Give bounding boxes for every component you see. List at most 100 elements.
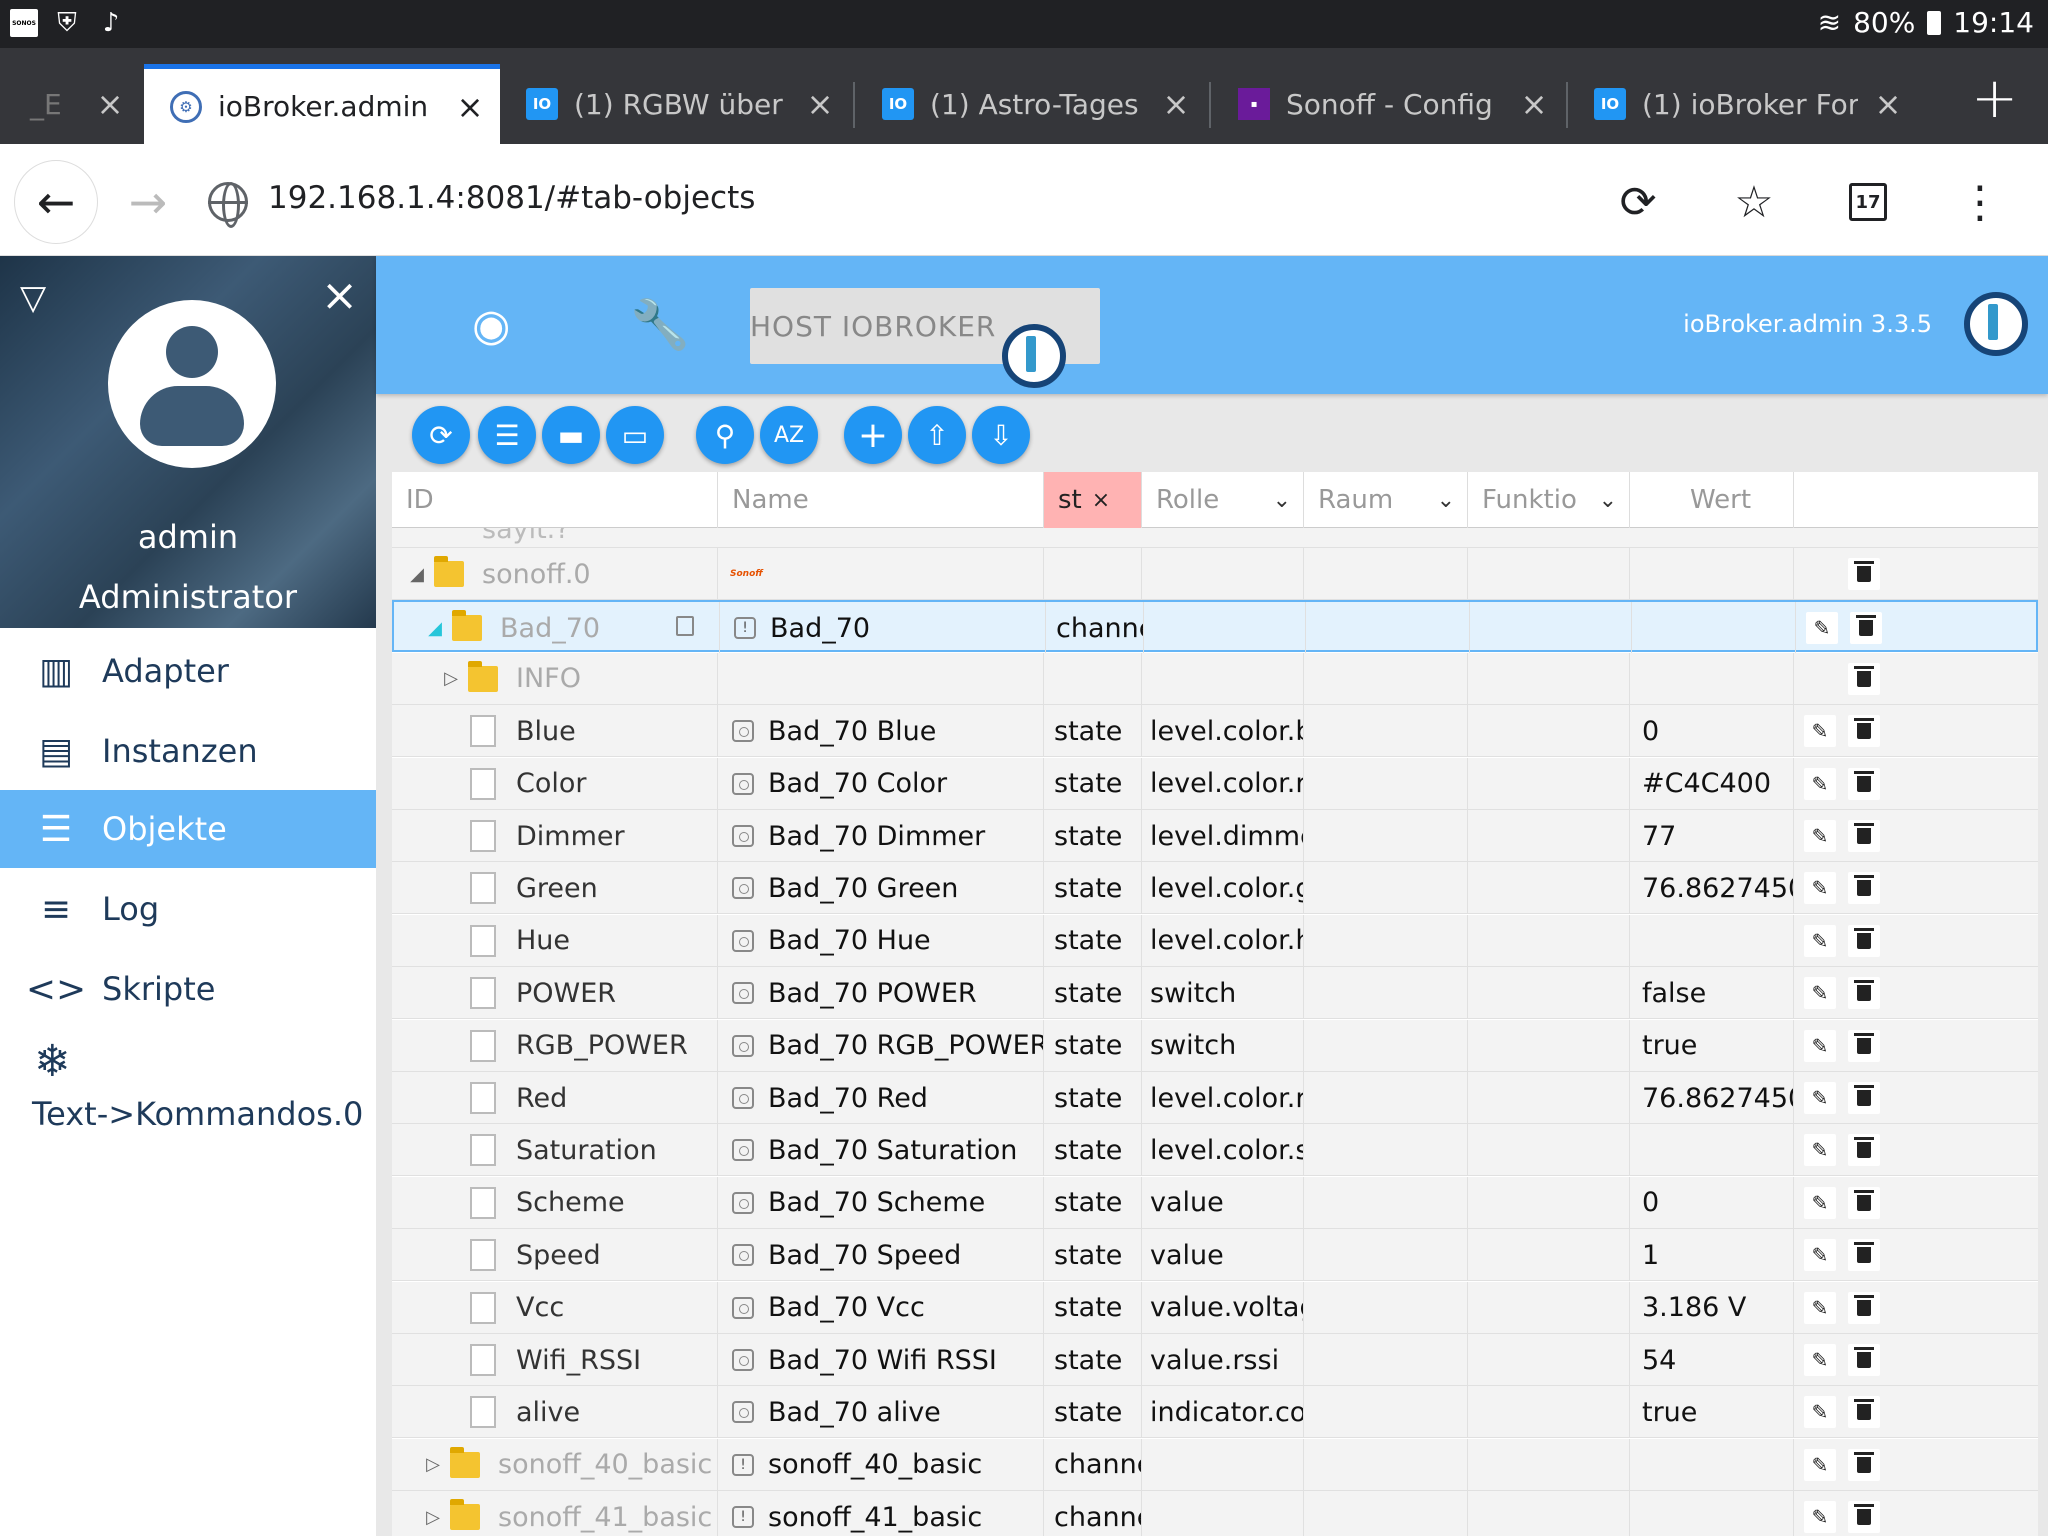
expand-folders-button[interactable]: ▬ <box>542 406 600 464</box>
row-room[interactable] <box>1304 914 1468 967</box>
upload-button[interactable]: ⇧ <box>908 406 966 464</box>
url-field[interactable]: 192.168.1.4:8081/#tab-objects <box>268 180 755 216</box>
header-role[interactable]: Rolle ⌄ <box>1142 472 1304 528</box>
delete-icon[interactable] <box>1848 1082 1880 1114</box>
row-room[interactable] <box>1304 862 1468 915</box>
row-room[interactable] <box>1304 1491 1468 1536</box>
delete-icon[interactable] <box>1848 924 1880 957</box>
delete-icon[interactable] <box>1848 1396 1880 1429</box>
expand-icon[interactable]: ▷ <box>422 1454 444 1475</box>
header-value[interactable]: Wert <box>1630 472 1794 528</box>
list-view-button[interactable]: ☰ <box>478 406 536 464</box>
row-value[interactable]: #C4C400 <box>1630 757 1794 810</box>
table-row[interactable]: RGB_POWER Bad_70 RGB_POWER state switch true… <box>392 1019 2038 1072</box>
row-room[interactable] <box>1304 705 1468 758</box>
row-function[interactable] <box>1468 914 1630 967</box>
collapse-icon[interactable]: ◢ <box>406 564 428 585</box>
tab-switcher-button[interactable]: 17 <box>1840 174 1896 230</box>
edit-icon[interactable]: ✎ <box>1804 767 1836 800</box>
edit-icon[interactable]: ✎ <box>1804 715 1836 748</box>
table-row[interactable]: Red Bad_70 Red statelevel.color.re 76.86274… <box>392 1072 2038 1124</box>
collapse-icon[interactable]: ◢ <box>424 618 446 639</box>
edit-icon[interactable]: ✎ <box>1804 1134 1836 1167</box>
sidebar-item-text-commands[interactable]: ❄ Text->Kommandos.0 <box>0 1036 376 1133</box>
table-row[interactable]: Saturation Bad_70 Saturation state level.co… <box>392 1124 2038 1177</box>
table-row[interactable]: Vcc Bad_70 Vcc statevalue.voltage 3.186 V ✎ <box>392 1281 2038 1334</box>
row-value[interactable]: true <box>1630 1019 1794 1072</box>
header-function[interactable]: Funktio ⌄ <box>1468 472 1630 528</box>
edit-icon[interactable]: ✎ <box>1804 1396 1836 1429</box>
row-function[interactable] <box>1468 967 1630 1020</box>
row-value[interactable] <box>1630 914 1794 967</box>
table-row[interactable]: alive Bad_70 alive stateindicator.con true ✎ <box>392 1386 2038 1439</box>
edit-icon[interactable]: ✎ <box>1804 1029 1836 1062</box>
row-room[interactable] <box>1304 1334 1468 1386</box>
delete-icon[interactable] <box>1848 558 1880 590</box>
table-row[interactable]: Green Bad_70 Green statelevel.color.gr 76.8… <box>392 862 2038 915</box>
row-room[interactable] <box>1306 602 1470 655</box>
row-function[interactable] <box>1468 1124 1630 1177</box>
delete-icon[interactable] <box>1848 1134 1880 1167</box>
row-room[interactable] <box>1304 1072 1468 1124</box>
close-tab-icon[interactable]: × <box>1504 85 1564 123</box>
table-row[interactable]: ▷ sonoff_41_basic! sonoff_41_basic channe ✎ <box>392 1491 2038 1536</box>
row-room[interactable] <box>1304 1176 1468 1229</box>
delete-icon[interactable] <box>1848 1501 1880 1534</box>
row-function[interactable] <box>1468 652 1630 705</box>
more-menu-icon[interactable]: ⋮ <box>1952 174 2008 230</box>
row-value[interactable]: true <box>1630 1386 1794 1439</box>
row-value[interactable]: 1 <box>1630 1229 1794 1282</box>
close-tab-icon[interactable]: × <box>790 85 850 123</box>
browser-tab[interactable]: _E × <box>0 64 140 144</box>
edit-icon[interactable]: ✎ <box>1804 1501 1836 1534</box>
row-function[interactable] <box>1468 1281 1630 1334</box>
table-row[interactable]: ▷ sonoff_40_basic! sonoff_40_basic channe ✎ <box>392 1438 2038 1491</box>
row-value[interactable]: 76.8627450 <box>1630 862 1794 915</box>
row-value[interactable]: 0 <box>1630 1176 1794 1229</box>
browser-tab[interactable]: ▪ Sonoff - Config × <box>1212 64 1564 144</box>
row-function[interactable] <box>1468 1491 1630 1536</box>
close-tab-icon[interactable]: × <box>440 88 500 126</box>
delete-icon[interactable] <box>1850 612 1882 645</box>
delete-icon[interactable] <box>1848 820 1880 852</box>
row-room[interactable] <box>1304 967 1468 1020</box>
header-name[interactable]: Name <box>718 472 1044 528</box>
table-row[interactable]: Blue Bad_70 Blue state level.color.bl 0 ✎ <box>392 705 2038 758</box>
delete-icon[interactable] <box>1848 1029 1880 1062</box>
clear-filter-icon[interactable]: × <box>1092 488 1110 513</box>
new-tab-icon[interactable]: + <box>1971 66 2018 131</box>
collapse-triangle-icon[interactable]: ▽ <box>20 278 46 318</box>
edit-icon[interactable]: ✎ <box>1806 612 1838 645</box>
header-type-filter[interactable]: st × <box>1044 472 1142 528</box>
browser-tab[interactable]: IO (1) ioBroker For × <box>1568 64 1918 144</box>
edit-icon[interactable]: ✎ <box>1804 820 1836 852</box>
row-room[interactable] <box>1304 1438 1468 1491</box>
refresh-button[interactable]: ⟳ <box>412 406 470 464</box>
delete-icon[interactable] <box>1848 767 1880 800</box>
row-room[interactable] <box>1304 757 1468 810</box>
delete-icon[interactable] <box>1848 715 1880 748</box>
forward-arrow-icon[interactable]: → <box>106 160 190 244</box>
table-row[interactable]: ▷ INFO <box>392 652 2038 705</box>
table-row[interactable]: Color Bad_70 Color statelevel.color.rg #C4C… <box>392 757 2038 810</box>
download-button[interactable]: ⇩ <box>972 406 1030 464</box>
edit-icon[interactable]: ✎ <box>1804 977 1836 1010</box>
header-room[interactable]: Raum ⌄ <box>1304 472 1468 528</box>
row-value[interactable]: 76.8627450 <box>1630 1072 1794 1124</box>
row-value[interactable]: 54 <box>1630 1334 1794 1386</box>
row-function[interactable] <box>1468 705 1630 758</box>
delete-icon[interactable] <box>1848 977 1880 1010</box>
expand-icon[interactable]: ▷ <box>440 668 462 689</box>
row-function[interactable] <box>1468 1019 1630 1072</box>
delete-icon[interactable] <box>1848 662 1880 695</box>
row-room[interactable] <box>1304 810 1468 862</box>
wrench-icon[interactable]: 🔧 <box>630 296 690 353</box>
table-row[interactable]: POWER Bad_70 POWER state switch false ✎ <box>392 967 2038 1020</box>
row-room[interactable] <box>1304 548 1468 600</box>
row-room[interactable] <box>1304 1229 1468 1282</box>
delete-icon[interactable] <box>1848 872 1880 905</box>
admin-view-button[interactable]: ⚲ <box>696 406 754 464</box>
row-function[interactable] <box>1468 1176 1630 1229</box>
row-value[interactable]: 3.186 V <box>1630 1281 1794 1334</box>
table-row[interactable]: ◢ sonoff.0 Sonoff <box>392 548 2038 600</box>
